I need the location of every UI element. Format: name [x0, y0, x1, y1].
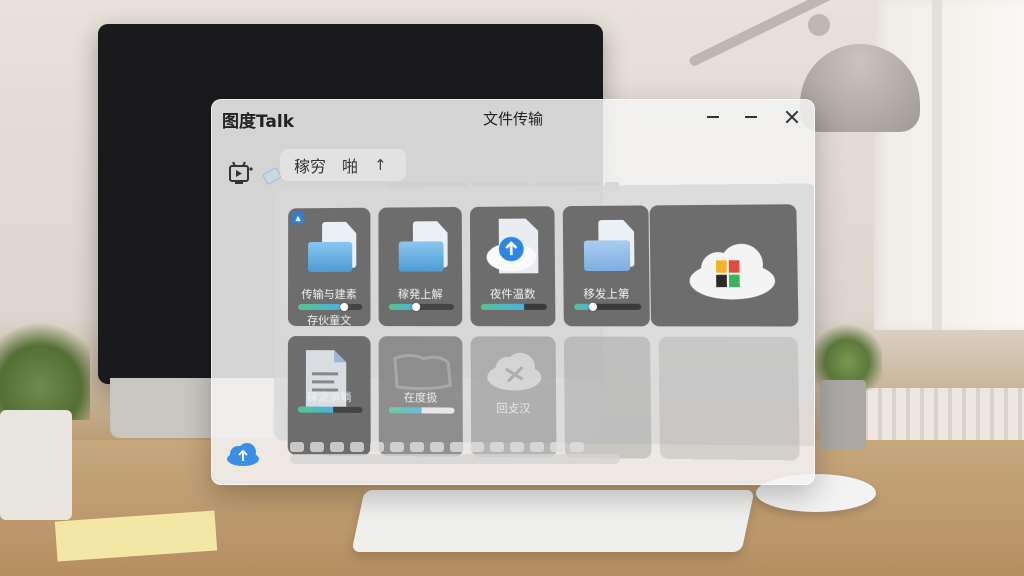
- file-transfer-window: 图度Talk 文件传输 稼穷 啪 ↑ ▲ 传输与建素 存伙童文 稼発上解 夜件温…: [211, 99, 815, 485]
- file-tile[interactable]: 回攴汉: [471, 336, 557, 457]
- empty-tile: [659, 337, 800, 461]
- progress-bar: [298, 304, 362, 310]
- tile-label: 夜件温数: [470, 285, 555, 301]
- collapse-button[interactable]: [736, 104, 766, 130]
- folder-document-icon: [584, 220, 635, 271]
- progress-bar: [389, 304, 454, 310]
- progress-bar: [298, 406, 363, 413]
- file-tile[interactable]: 稼淀消躺: [288, 336, 371, 456]
- cloud-share-icon: [485, 349, 543, 392]
- title-bar[interactable]: 图度Talk 文件传输: [212, 100, 814, 134]
- bottom-scrollbar[interactable]: [290, 454, 620, 464]
- tile-label: 回攴汉: [471, 400, 556, 417]
- file-tile[interactable]: 移发上第: [563, 205, 650, 326]
- progress-knob[interactable]: [412, 303, 420, 311]
- tile-label: 稼淀消躺: [288, 388, 371, 405]
- minimize-button[interactable]: [698, 104, 728, 130]
- cloud-app-icon: [686, 239, 779, 301]
- progress-bar: [389, 407, 455, 414]
- file-grid-panel: ▲ 传输与建素 存伙童文 稼発上解 夜件温数 移发上第 稼淀消躺 在度扱 回攴汉: [274, 183, 815, 446]
- folder-document-icon: [399, 221, 448, 272]
- video-icon[interactable]: [228, 160, 254, 186]
- background-keyboard: [351, 490, 754, 552]
- progress-knob[interactable]: [340, 303, 348, 311]
- tile-sublabel: 存伙童文: [288, 312, 371, 326]
- background-window: [874, 0, 1024, 330]
- cloud-upload-icon: [484, 216, 542, 275]
- close-button[interactable]: [777, 104, 807, 130]
- file-tile[interactable]: 稼発上解: [378, 207, 462, 326]
- toolbar: 稼穷 啪 ↑: [280, 149, 406, 181]
- cloud-upload-icon[interactable]: [226, 442, 260, 466]
- toolbar-item-2[interactable]: 啪: [342, 153, 358, 177]
- tile-label: 传输与建素: [288, 286, 370, 302]
- folder-document-icon: [308, 222, 356, 272]
- file-tile[interactable]: 在度扱: [379, 336, 463, 457]
- minimize-icon: [707, 116, 719, 118]
- background-plant-small: [812, 320, 872, 450]
- toolbar-item-1[interactable]: 稼穷: [294, 153, 326, 177]
- tile-label: 移发上第: [563, 285, 649, 302]
- close-icon: [785, 110, 799, 124]
- file-tile[interactable]: ▲ 传输与建素 存伙童文: [288, 208, 371, 326]
- tile-label: 在度扱: [379, 389, 463, 406]
- background-lamp-joint: [808, 14, 830, 36]
- eraser-icon[interactable]: [262, 167, 282, 185]
- image-frame-icon: [389, 352, 455, 393]
- progress-knob[interactable]: [589, 303, 597, 311]
- tile-label: 稼発上解: [379, 286, 463, 302]
- up-arrow-icon[interactable]: ↑: [374, 156, 387, 174]
- progress-bar: [481, 304, 547, 310]
- file-tile[interactable]: 夜件温数: [470, 206, 556, 326]
- progress-bar: [574, 304, 641, 310]
- dash-icon: [745, 116, 757, 118]
- bottom-dock: [290, 442, 584, 452]
- app-badge-icon: ▲: [292, 212, 304, 224]
- cloud-app-tile[interactable]: [650, 204, 799, 326]
- background-plant: [0, 330, 80, 520]
- empty-tile: [564, 337, 652, 459]
